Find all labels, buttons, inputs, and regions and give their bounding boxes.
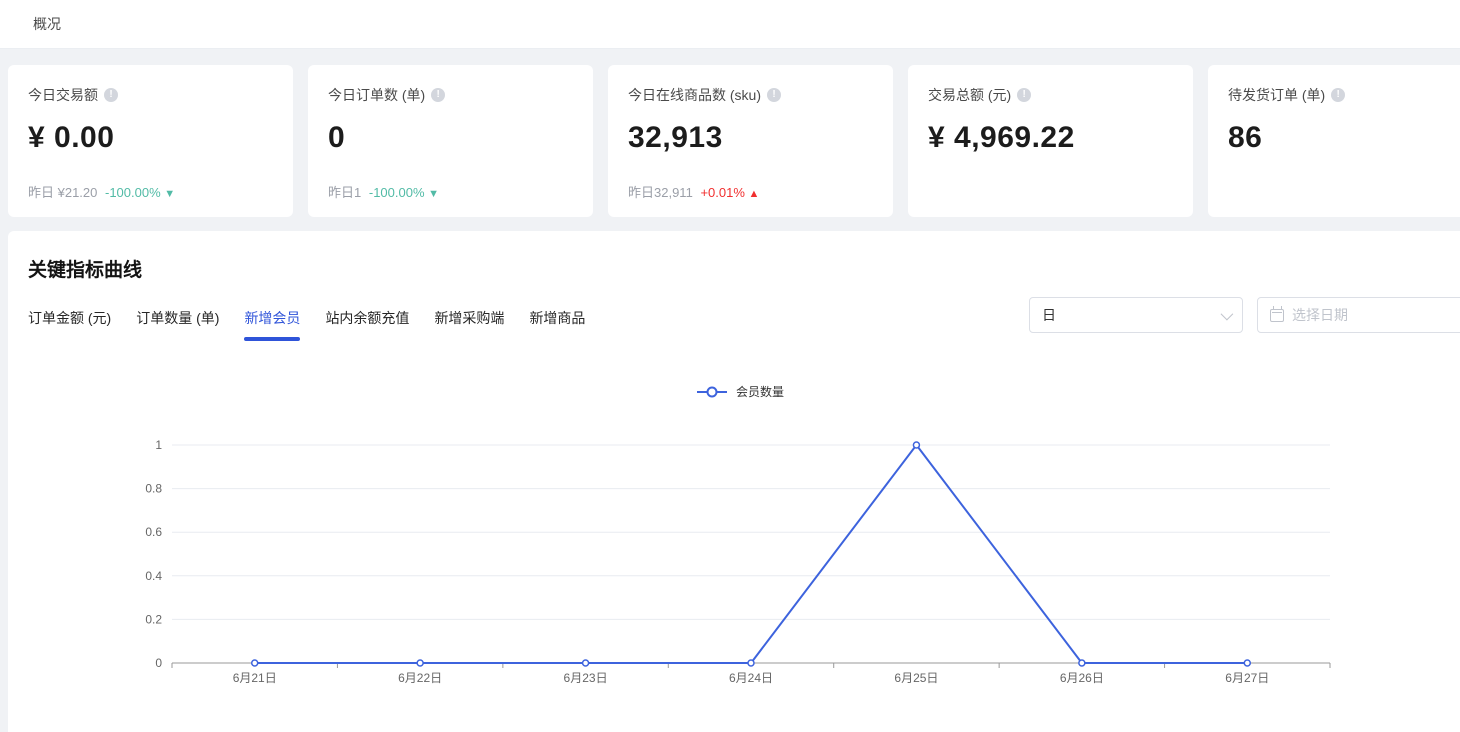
trend-down-icon: ▼ (428, 188, 439, 200)
date-picker[interactable]: 选择日期 (1257, 297, 1460, 333)
stat-card-pending-shipment: 待发货订单 (单) ! 86 (1208, 65, 1460, 217)
yesterday-value: 昨日 ¥21.20 (28, 185, 97, 200)
stat-card-footer: 昨日32,911 +0.01% ▲ (628, 182, 759, 201)
chart-legend[interactable]: 会员数量 (140, 383, 1340, 400)
breadcrumb: 概况 (33, 14, 61, 34)
stat-card-title: 今日订单数 (单) (328, 85, 425, 105)
svg-text:6月25日: 6月25日 (894, 671, 938, 685)
info-icon[interactable]: ! (431, 88, 445, 102)
stat-card-title: 今日在线商品数 (sku) (628, 85, 761, 105)
tab-balance-recharge[interactable]: 站内余额充值 (325, 308, 409, 341)
svg-text:6月23日: 6月23日 (564, 671, 608, 685)
stat-card-title: 交易总额 (元) (928, 85, 1011, 105)
yesterday-value: 昨日1 (328, 185, 361, 200)
tab-order-amount[interactable]: 订单金额 (元) (28, 308, 111, 341)
info-icon[interactable]: ! (1331, 88, 1345, 102)
tab-new-purchasers[interactable]: 新增采购端 (434, 308, 504, 341)
change-percent: -100.00% ▼ (105, 185, 175, 200)
svg-text:0.6: 0.6 (145, 525, 162, 539)
calendar-icon (1270, 309, 1284, 322)
svg-text:0.2: 0.2 (145, 612, 162, 626)
stat-cards-row: 今日交易额 ! ¥ 0.00 昨日 ¥21.20 -100.00% ▼ 今日订单… (8, 65, 1460, 217)
yesterday-value: 昨日32,911 (628, 185, 693, 200)
tab-new-members[interactable]: 新增会员 (244, 308, 300, 341)
top-bar: 概况 (0, 0, 1460, 49)
trend-down-icon: ▼ (164, 188, 175, 200)
svg-text:1: 1 (155, 438, 162, 452)
line-chart[interactable]: 0 0.2 0.4 0.6 0.8 1 6月21日 6月22日 6月23日 6月24日 6月25日 6… (140, 429, 1340, 694)
stat-card-total-transaction: 交易总额 (元) ! ¥ 4,969.22 (908, 65, 1193, 217)
stat-card-value: ¥ 4,969.22 (928, 121, 1173, 155)
stat-card-title: 今日交易额 (28, 85, 98, 105)
tab-order-count[interactable]: 订单数量 (单) (136, 308, 219, 341)
period-select-value: 日 (1042, 305, 1221, 325)
stat-card-value: 32,913 (628, 121, 873, 155)
svg-text:0.4: 0.4 (145, 569, 162, 583)
legend-label: 会员数量 (736, 383, 784, 400)
svg-text:6月22日: 6月22日 (398, 671, 442, 685)
chevron-down-icon (1221, 307, 1234, 320)
stat-card-today-transaction: 今日交易额 ! ¥ 0.00 昨日 ¥21.20 -100.00% ▼ (8, 65, 293, 217)
stat-card-footer: 昨日1 -100.00% ▼ (328, 182, 439, 201)
legend-marker-icon (696, 386, 728, 398)
change-percent: +0.01% ▲ (700, 185, 759, 200)
chart-tabs: 订单金额 (元) 订单数量 (单) 新增会员 站内余额充值 新增采购端 新增商品 (28, 308, 1460, 341)
stat-card-online-sku: 今日在线商品数 (sku) ! 32,913 昨日32,911 +0.01% ▲ (608, 65, 893, 217)
section-title: 关键指标曲线 (28, 255, 1460, 282)
date-picker-placeholder: 选择日期 (1292, 305, 1348, 325)
svg-text:6月27日: 6月27日 (1225, 671, 1269, 685)
svg-text:0: 0 (155, 656, 162, 670)
stat-card-footer: 昨日 ¥21.20 -100.00% ▼ (28, 182, 175, 201)
tab-new-products[interactable]: 新增商品 (529, 308, 585, 341)
stat-card-value: ¥ 0.00 (28, 121, 273, 155)
stat-card-today-orders: 今日订单数 (单) ! 0 昨日1 -100.00% ▼ (308, 65, 593, 217)
info-icon[interactable]: ! (1017, 88, 1031, 102)
period-select[interactable]: 日 (1029, 297, 1243, 333)
svg-text:6月24日: 6月24日 (729, 671, 773, 685)
change-percent: -100.00% ▼ (369, 185, 439, 200)
chart-panel: 关键指标曲线 订单金额 (元) 订单数量 (单) 新增会员 站内余额充值 新增采… (8, 231, 1460, 732)
svg-text:0.8: 0.8 (145, 482, 162, 496)
stat-card-value: 86 (1228, 121, 1460, 155)
trend-up-icon: ▲ (749, 188, 760, 200)
info-icon[interactable]: ! (104, 88, 118, 102)
stat-card-value: 0 (328, 121, 573, 155)
svg-text:6月26日: 6月26日 (1060, 671, 1104, 685)
stat-card-title: 待发货订单 (单) (1228, 85, 1325, 105)
svg-text:6月21日: 6月21日 (233, 671, 277, 685)
info-icon[interactable]: ! (767, 88, 781, 102)
